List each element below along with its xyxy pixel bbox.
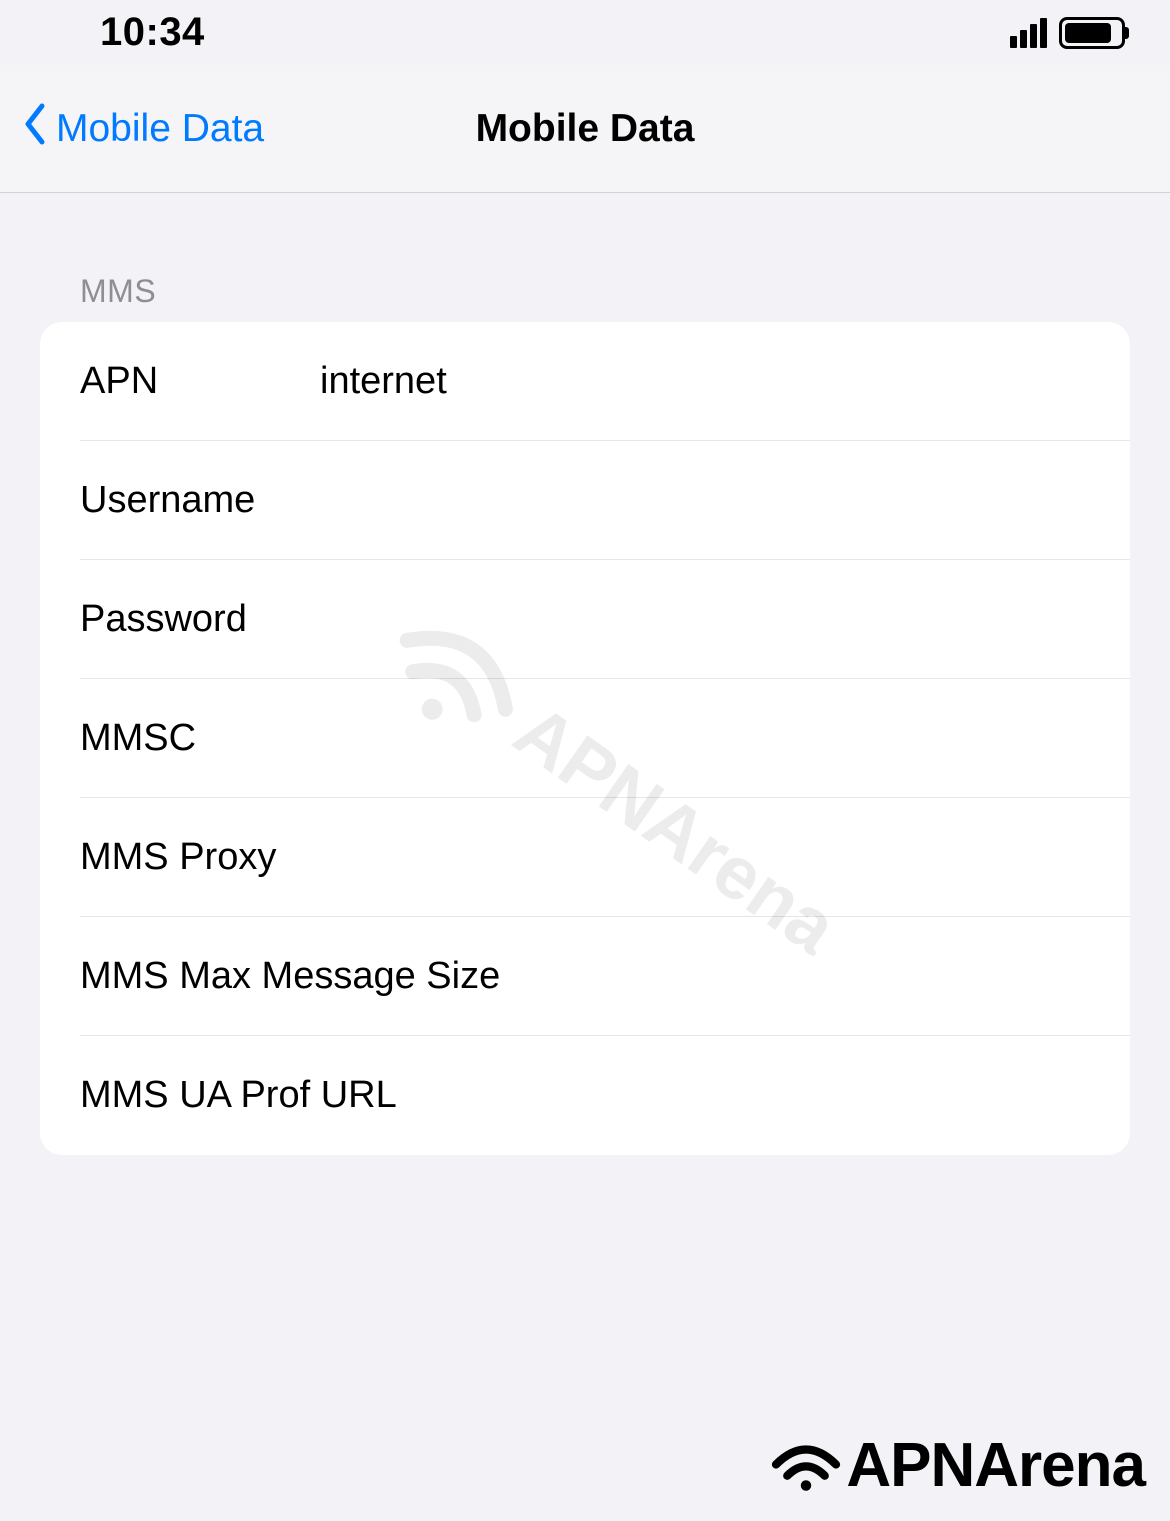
chevron-left-icon	[22, 102, 46, 155]
watermark-bottom-text: APNArena	[846, 1430, 1145, 1501]
back-button[interactable]: Mobile Data	[0, 102, 264, 155]
mms-proxy-label: MMS Proxy	[80, 836, 276, 879]
username-label: Username	[80, 479, 320, 522]
mms-ua-prof-url-row[interactable]: MMS UA Prof URL	[40, 1036, 1130, 1155]
apn-label: APN	[80, 360, 320, 403]
back-label: Mobile Data	[56, 107, 264, 151]
status-time: 10:34	[100, 10, 205, 55]
mms-max-message-size-label: MMS Max Message Size	[80, 955, 500, 998]
wifi-icon	[766, 1436, 846, 1496]
status-bar: 10:34	[0, 0, 1170, 65]
page-title: Mobile Data	[476, 107, 695, 151]
mms-settings-group: APN internet Username Password MMSC MMS …	[40, 322, 1130, 1155]
status-icons	[1010, 17, 1125, 49]
navigation-bar: Mobile Data Mobile Data	[0, 65, 1170, 193]
password-label: Password	[80, 598, 320, 641]
password-row[interactable]: Password	[40, 560, 1130, 679]
section-header-mms: MMS	[40, 193, 1130, 322]
mmsc-label: MMSC	[80, 717, 320, 760]
mms-proxy-row[interactable]: MMS Proxy	[40, 798, 1130, 917]
watermark-bottom: APNArena	[766, 1430, 1145, 1501]
battery-icon	[1059, 17, 1125, 49]
apn-row[interactable]: APN internet	[40, 322, 1130, 441]
mms-ua-prof-url-label: MMS UA Prof URL	[80, 1074, 397, 1117]
mmsc-row[interactable]: MMSC	[40, 679, 1130, 798]
apn-value[interactable]: internet	[320, 360, 1130, 403]
mms-max-message-size-row[interactable]: MMS Max Message Size	[40, 917, 1130, 1036]
username-row[interactable]: Username	[40, 441, 1130, 560]
cellular-signal-icon	[1010, 18, 1047, 48]
content-area: MMS APN internet Username Password MMSC …	[0, 193, 1170, 1155]
